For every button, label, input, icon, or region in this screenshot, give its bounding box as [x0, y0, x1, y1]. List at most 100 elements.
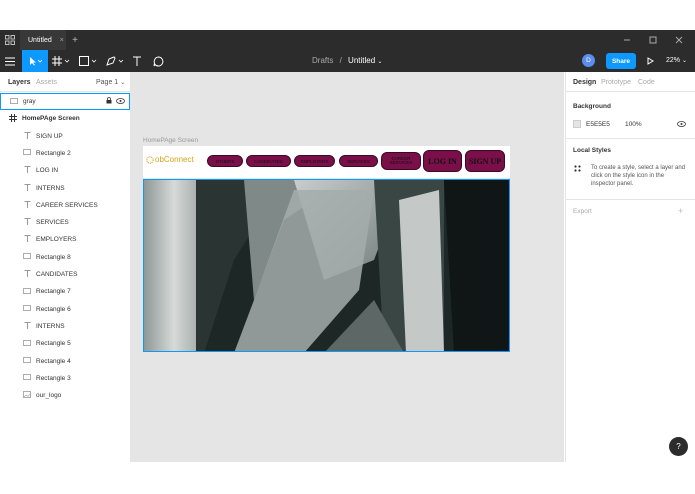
layer-name: Rectangle 4 — [36, 357, 71, 365]
frame-tool-icon[interactable] — [51, 54, 71, 68]
nav-others-button[interactable]: OTHERS — [207, 155, 243, 167]
layer-name: LOG IN — [36, 167, 59, 175]
frame-label[interactable]: HomePAge Screen — [143, 137, 198, 144]
layer-row[interactable]: our_logo — [0, 387, 130, 404]
file-tab[interactable]: Untitled × — [20, 30, 66, 50]
logo-mark-icon — [146, 156, 154, 164]
layer-row-selected[interactable]: gray — [0, 93, 130, 110]
layer-row[interactable]: EMPLOYERS — [0, 231, 130, 248]
rectangle-icon — [22, 253, 32, 261]
layer-row[interactable]: CAREER SERVICES — [0, 197, 130, 214]
lock-icon[interactable] — [106, 97, 112, 106]
layer-name: our_logo — [36, 392, 62, 400]
page-selector[interactable]: Page 1 ⌄ — [96, 79, 125, 86]
figma-menu-icon[interactable] — [4, 34, 16, 46]
add-tab-icon[interactable]: + — [70, 34, 80, 46]
tab-prototype[interactable]: Prototype — [601, 79, 631, 86]
background-swatch[interactable] — [573, 120, 581, 128]
page-name: Page 1 — [96, 79, 119, 86]
text-icon — [22, 270, 32, 279]
screen-bottom-margin — [0, 462, 695, 494]
page-chevron-icon: ⌄ — [120, 80, 126, 86]
background-title: Background — [573, 103, 611, 110]
layer-row[interactable]: LOG IN — [0, 162, 130, 179]
main-menu-icon[interactable] — [3, 54, 17, 68]
local-styles-help: To create a style, select a layer and cl… — [591, 165, 686, 188]
maximize-icon[interactable] — [648, 35, 658, 45]
layer-name: HomePAge Screen — [22, 115, 80, 123]
zoom-level[interactable]: 22% ⌄ — [666, 57, 687, 64]
layer-row[interactable]: Rectangle 5 — [0, 335, 130, 352]
nav-services-button[interactable]: SERVICES — [339, 155, 378, 167]
nav-candidates-button[interactable]: CANDIDATES — [246, 155, 291, 167]
layer-row[interactable]: Rectangle 4 — [0, 353, 130, 370]
layer-row[interactable]: Rectangle 6 — [0, 301, 130, 318]
rectangle-icon — [22, 374, 32, 382]
shape-tool-icon[interactable] — [78, 54, 98, 68]
divider — [0, 91, 130, 92]
nav-employers-button[interactable]: EMPLOYERS — [294, 155, 335, 167]
layer-row[interactable]: INTERNS — [0, 180, 130, 197]
tab-bar — [0, 30, 695, 50]
minimize-icon[interactable] — [622, 35, 632, 45]
breadcrumb-drafts[interactable]: Drafts — [312, 56, 333, 65]
layer-name: SERVICES — [36, 219, 69, 227]
layer-name: SIGN UP — [36, 132, 63, 140]
visibility-eye-icon[interactable] — [677, 121, 687, 129]
window-close-icon[interactable] — [674, 35, 684, 45]
layer-name: INTERNS — [36, 184, 65, 192]
layer-row[interactable]: Rectangle 7 — [0, 283, 130, 300]
layer-row[interactable]: Rectangle 8 — [0, 249, 130, 266]
close-tab-icon[interactable]: × — [60, 37, 64, 44]
layer-row[interactable]: Rectangle 3 — [0, 370, 130, 387]
text-icon — [22, 131, 32, 141]
zoom-value: 22% — [666, 57, 681, 64]
tab-assets[interactable]: Assets — [36, 79, 57, 86]
text-tool-icon[interactable] — [130, 54, 144, 68]
signup-button[interactable]: SIGN UP — [465, 150, 505, 172]
rectangle-icon — [22, 287, 32, 296]
file-name[interactable]: Untitled — [348, 56, 375, 65]
layer-row[interactable]: HomePAge Screen — [0, 110, 130, 127]
frame-icon — [8, 113, 18, 124]
image-icon — [22, 391, 32, 400]
avatar[interactable]: D — [582, 54, 595, 67]
pen-tool-icon[interactable] — [105, 54, 125, 68]
help-button[interactable]: ? — [669, 437, 688, 456]
layer-row[interactable]: SERVICES — [0, 214, 130, 231]
layer-row[interactable]: CANDIDATES — [0, 266, 130, 283]
tab-design[interactable]: Design — [573, 79, 596, 86]
layer-row[interactable]: Rectangle 2 — [0, 145, 130, 162]
background-opacity[interactable]: 100% — [625, 121, 642, 128]
nav-career-services-button[interactable]: CAREER SERVICES — [381, 152, 421, 170]
login-button[interactable]: LOG IN — [423, 150, 462, 172]
present-icon[interactable] — [645, 55, 655, 67]
background-hex[interactable]: E5E5E5 — [586, 121, 610, 128]
share-button[interactable]: Share — [606, 53, 636, 69]
text-icon — [22, 321, 32, 331]
layer-name: Rectangle 2 — [36, 149, 71, 157]
tab-code[interactable]: Code — [638, 79, 655, 86]
properties-panel — [565, 72, 695, 462]
tab-layers[interactable]: Layers — [8, 79, 31, 86]
layer-name: Rectangle 7 — [36, 288, 71, 296]
rectangle-icon — [22, 339, 32, 348]
layer-visibility-icon[interactable] — [116, 97, 125, 106]
move-tool-button[interactable] — [22, 50, 48, 72]
comment-tool-icon[interactable] — [151, 54, 165, 68]
layer-row[interactable]: INTERNS — [0, 318, 130, 335]
text-icon — [22, 183, 32, 193]
layer-name: INTERNS — [36, 322, 65, 330]
breadcrumb: Drafts / Untitled ⌄ — [312, 56, 382, 65]
zoom-chevron-icon: ⌄ — [682, 58, 688, 64]
chevron-down-icon[interactable]: ⌄ — [377, 59, 382, 65]
hero-image[interactable] — [143, 179, 510, 352]
rectangle-icon — [22, 357, 32, 365]
logo-text: obConnect — [155, 155, 194, 164]
layer-row[interactable]: SIGN UP — [0, 128, 130, 145]
rectangle-icon — [22, 305, 32, 313]
layer-name: gray — [23, 98, 36, 105]
local-styles-title: Local Styles — [573, 147, 611, 154]
add-export-icon[interactable]: + — [678, 206, 683, 216]
text-icon — [22, 218, 32, 227]
